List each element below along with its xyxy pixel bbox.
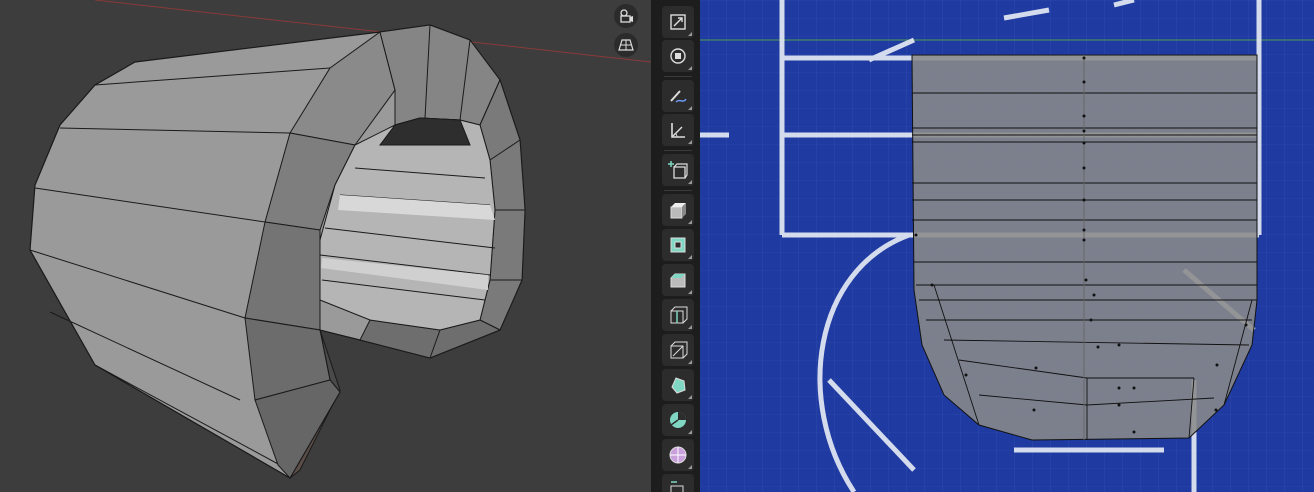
inset-faces-icon[interactable]	[662, 229, 694, 261]
smooth-icon[interactable]	[662, 439, 694, 471]
bevel-icon[interactable]	[662, 264, 694, 296]
edge-slide-icon[interactable]	[662, 474, 694, 492]
mesh-front-view	[911, 54, 1258, 441]
transform-icon[interactable]	[662, 40, 694, 72]
scale-icon[interactable]	[662, 6, 694, 38]
spin-icon[interactable]	[662, 404, 694, 436]
poly-build-icon[interactable]	[662, 369, 694, 401]
add-cube-icon[interactable]	[662, 154, 694, 186]
loop-cut-icon[interactable]	[662, 299, 694, 331]
horseshoe-mesh-render	[28, 0, 651, 479]
blueprint-reference-image	[654, 0, 1314, 492]
measure-icon[interactable]	[662, 114, 694, 146]
camera-view-icon[interactable]	[614, 4, 638, 28]
perspective-grid-icon[interactable]	[614, 33, 638, 57]
annotate-icon[interactable]	[662, 80, 694, 112]
extrude-region-icon[interactable]	[662, 194, 694, 226]
left-3d-viewport[interactable]	[0, 0, 651, 492]
knife-icon[interactable]	[662, 334, 694, 366]
right-ortho-viewport[interactable]	[654, 0, 1314, 492]
tool-shelf	[654, 0, 700, 492]
